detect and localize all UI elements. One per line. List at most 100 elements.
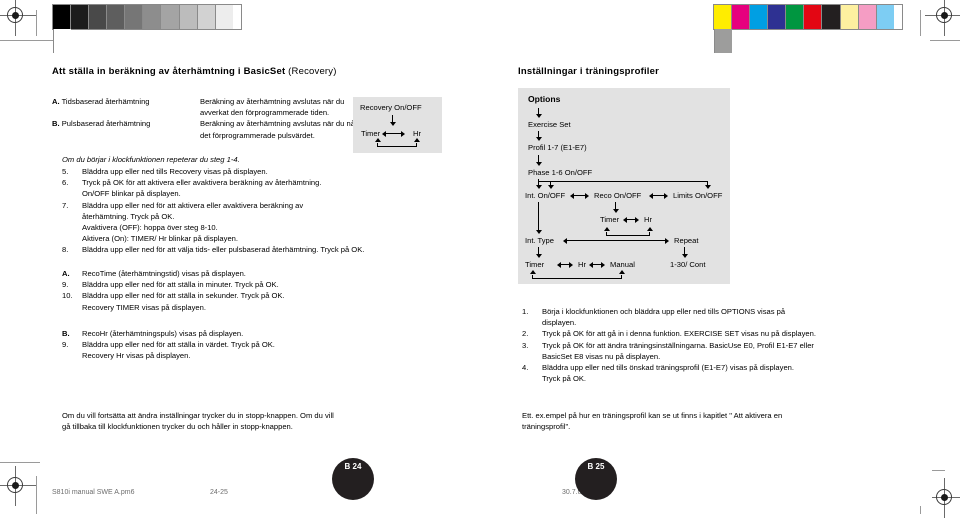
left-steps-list: 5. Bläddra upp eller ned tills Recovery … (62, 166, 442, 256)
calibration-swatch (196, 5, 215, 29)
right-page: Inställningar i träningsprofiler Options… (512, 56, 932, 506)
recovery-diagram-timer-label: Timer (361, 129, 381, 138)
diagram-arrowhead-inttype (535, 230, 542, 234)
color-calibration-strip (713, 4, 903, 53)
right-closing-line: träningsprofil". (522, 422, 571, 432)
diagram-arrowhead-timer-bot-left (556, 261, 561, 268)
list-item: 10. Bläddra upp eller ned för att ställa… (62, 290, 442, 312)
recovery-diagram-arrowhead-left (382, 130, 386, 137)
left-closing-line: gå tillbaka till klockfunktionen trycker… (62, 422, 293, 432)
recovery-type-b-key: B. (52, 119, 60, 129)
list-item: 9. Bläddra upp eller ned för att ställa … (62, 339, 442, 361)
recovery-diagram-arrow-horizontal (386, 133, 402, 135)
branch-b-key: B. (62, 329, 70, 338)
calibration-swatch (803, 5, 822, 29)
calibration-swatch (142, 5, 161, 29)
diagram-arrowhead-cont (681, 254, 688, 258)
step-text-line: Bläddra upp eller ned tills önskad träni… (542, 363, 794, 373)
list-item: 6. Tryck på OK för att aktivera eller av… (62, 177, 442, 199)
step-text-line: Recovery Hr visas på displayen. (82, 351, 191, 361)
registration-target-icon-top-right (925, 0, 960, 36)
registration-target-icon-top-left (0, 0, 36, 36)
diagram-limits-onoff-label: Limits On/OFF (673, 191, 723, 200)
diagram-arrow-inttype-repeat (567, 240, 665, 242)
diagram-timer-bottom-label: Timer (525, 260, 545, 269)
step-text-line: Recovery TIMER visas på displayen. (82, 302, 206, 312)
step-text-line: återhämtning. Tryck på OK. (82, 211, 175, 221)
recovery-type-b-desc: Beräkning av återhämtning avslutas när d… (200, 119, 358, 140)
step-text: Tryck på OK för att gå in i denna funkti… (542, 329, 816, 339)
step-number: 5. (62, 167, 69, 176)
recovery-diagram-loop-left (377, 143, 379, 147)
calibration-swatch (767, 5, 786, 29)
trim-line-right (920, 10, 921, 36)
list-item: 9. Bläddra upp eller ned för att ställa … (62, 279, 442, 290)
step-number: 10. (62, 291, 73, 301)
step-text: Bläddra upp eller ned för att aktivera e… (82, 200, 442, 245)
page-badge-right: B 25 (575, 458, 617, 500)
calibration-swatch (53, 5, 71, 29)
trim-line-left (36, 10, 37, 36)
print-calibration-bar (0, 0, 960, 53)
diagram-loop-bottom-left (532, 275, 534, 279)
calibration-swatch (714, 29, 733, 53)
list-item: 2. Tryck på OK för att gå in i denna fun… (522, 328, 922, 339)
diagram-reco-onoff-label: Reco On/OFF (594, 191, 642, 200)
calibration-swatch (53, 29, 72, 53)
step-number: 1. (522, 307, 529, 316)
diagram-arrowhead-limits-right (664, 192, 668, 199)
calibration-swatch (214, 5, 233, 29)
list-item: 4. Bläddra upp eller ned tills önskad tr… (522, 362, 922, 384)
step-text-line: displayen. (542, 318, 577, 328)
footer-spread-pages: 24-25 (210, 489, 228, 496)
step-number: 3. (522, 340, 529, 350)
step-number: 7. (62, 200, 69, 210)
diagram-arrowhead-timer-mid-left (622, 216, 627, 223)
recovery-type-a-label: Tidsbaserad återhämtning (61, 97, 150, 106)
branch-b-head: RecoHr (återhämtningspuls) visas på disp… (82, 329, 244, 338)
step-text: Bläddra upp eller ned för att ställa in … (82, 280, 279, 290)
step-text-line: Aktivera (On): TIMER/ Hr blinkar på disp… (82, 234, 239, 244)
diagram-manual-label: Manual (610, 260, 635, 269)
diagram-options-label: Options (528, 94, 561, 104)
diagram-arrowhead-loop-bot-left (529, 270, 536, 274)
calibration-swatch (714, 5, 732, 29)
branch-a-key: A. (62, 269, 70, 278)
list-item: 1. Börja i klockfunktionen och bläddra u… (522, 306, 922, 328)
calibration-swatch (88, 5, 107, 29)
trim-line-bottom-left (36, 476, 37, 514)
recovery-type-a-term: A. Tidsbaserad återhämtning (52, 96, 200, 118)
diagram-phase-label: Phase 1-6 On/OFF (528, 168, 593, 177)
diagram-arrowhead-reco (547, 185, 554, 189)
diagram-hr-mid-label: Hr (644, 215, 653, 224)
calibration-swatch (124, 5, 143, 29)
right-closing-paragraph: Ett. ex.empel på hur en träningsprofil k… (522, 410, 922, 432)
diagram-arrowhead-hr-bot-right (569, 261, 573, 268)
step-text-line: Börja i klockfunktionen och bläddra upp … (542, 307, 786, 316)
diagram-arrowhead-1 (535, 114, 542, 118)
page-badge-left-label: B 24 (344, 462, 362, 471)
right-page-title: Inställningar i träningsprofiler (518, 66, 659, 77)
diagram-int-onoff-label: Int. On/OFF (525, 191, 566, 200)
list-item: 7. Bläddra upp eller ned för att aktiver… (62, 200, 442, 245)
list-item: 3. Tryck på OK för att ändra träningsins… (522, 340, 922, 362)
step-text-line: Avaktivera (OFF): hoppa över steg 8-10. (82, 223, 218, 233)
recovery-diagram-arrowhead-loop-left (374, 138, 381, 142)
step-number: 8. (62, 245, 69, 255)
page-badge-left: B 24 (332, 458, 374, 500)
step-number: 9. (62, 340, 69, 350)
list-item: A. RecoTime (återhämtningstid) visas på … (62, 268, 442, 279)
diagram-arrowhead-loop-bot-right (618, 270, 625, 274)
step-text-line: Tryck på OK. (542, 374, 587, 384)
diagram-arrowhead-int-left (570, 192, 574, 199)
calibration-swatch (178, 5, 197, 29)
diagram-loop-mid-left (606, 232, 608, 236)
diagram-loop-mid-right (649, 232, 651, 236)
step-text: Bläddra upp eller ned för att ställa in … (82, 339, 442, 361)
recovery-type-table: A. Tidsbaserad återhämtning Beräkning av… (52, 96, 372, 141)
step-text: Bläddra upp eller ned för att ställa in … (82, 290, 442, 312)
step-text: Tryck på OK för att ändra träningsinstäl… (542, 340, 922, 362)
calibration-swatch (857, 5, 876, 29)
diagram-repeat-label: Repeat (674, 236, 699, 245)
page-badge-right-label: B 25 (587, 462, 605, 471)
